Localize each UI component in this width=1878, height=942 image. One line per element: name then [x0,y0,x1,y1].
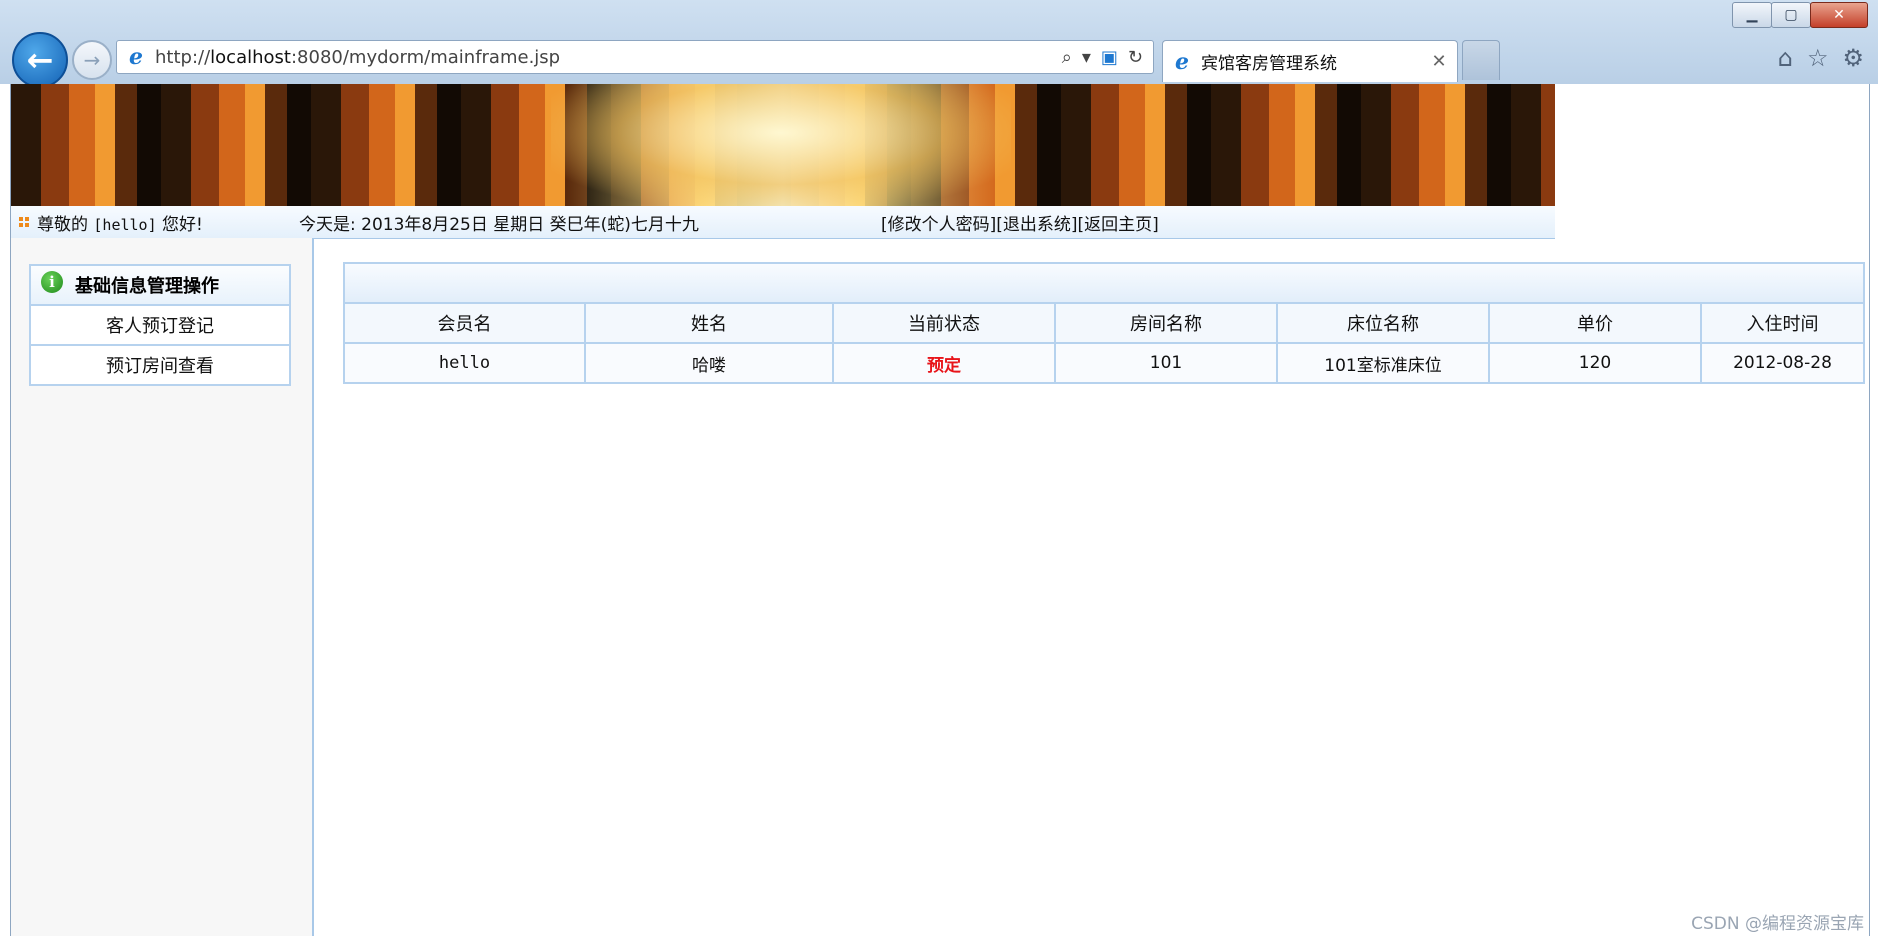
cell-status: 预定 [833,343,1056,382]
gear-icon[interactable]: ⚙ [1842,44,1864,72]
username: [hello] [93,215,157,234]
table-row: hello 哈喽 预定 101 101室标准床位 120 2012-08-28 [345,343,1863,382]
sidebar-item-view-bookings[interactable]: 预订房间查看 [31,346,289,384]
url-text[interactable]: http://localhost:8080/mydorm/mainframe.j… [155,47,1062,68]
main-layout: i 基础信息管理操作 客人预订登记 预订房间查看 会员名 姓名 当前状态 房间名… [11,238,1869,936]
bookings-table-panel: 会员名 姓名 当前状态 房间名称 床位名称 单价 入住时间 hello 哈喽 预… [343,262,1865,384]
close-tab-icon[interactable]: ✕ [1429,51,1449,72]
watermark: CSDN @编程资源宝库 [1691,914,1864,934]
search-icon[interactable]: ⌕ [1062,47,1072,68]
page-viewport: 尊敬的 [hello] 您好! 今天是: 2013年8月25日 星期日 癸巳年(… [10,84,1870,936]
column-header-price: 单价 [1489,304,1702,343]
dropdown-chevron-icon[interactable]: ▾ [1082,47,1091,68]
cell-price: 120 [1489,343,1702,382]
cell-member: hello [345,343,586,382]
address-bar[interactable]: e http://localhost:8080/mydorm/mainframe… [116,40,1154,74]
arrow-right-icon: → [83,48,101,72]
column-header-name: 姓名 [585,304,834,343]
sidebar: i 基础信息管理操作 客人预订登记 预订房间查看 [11,238,314,936]
browser-chrome: ▁ ▢ ✕ ← → e http://localhost:8080/mydorm… [0,0,1878,88]
url-host: localhost [210,46,291,68]
tab-title: 宾馆客房管理系统 [1201,54,1337,74]
close-window-button[interactable]: ✕ [1810,2,1868,28]
cell-checkin: 2012-08-28 [1701,343,1863,382]
maximize-button[interactable]: ▢ [1771,2,1811,28]
refresh-icon[interactable]: ↻ [1128,47,1143,68]
bookings-table: 会员名 姓名 当前状态 房间名称 床位名称 单价 入住时间 hello 哈喽 预… [345,304,1863,382]
cell-bed: 101室标准床位 [1277,343,1490,382]
banner-light [551,84,1011,206]
compatibility-view-icon[interactable]: ▣ [1101,47,1118,68]
column-header-room: 房间名称 [1055,304,1278,343]
browser-toolbar-right: ⌂ ☆ ⚙ [1778,44,1864,72]
home-link[interactable]: [返回主页] [1078,215,1159,235]
table-caption-bar [345,264,1863,304]
account-links: [修改个人密码][退出系统][返回主页] [881,210,1159,235]
ie-logo-icon: e [1175,48,1189,75]
hotel-banner-image [11,84,1555,206]
cell-name: 哈喽 [585,343,834,382]
logout-link[interactable]: [退出系统] [996,215,1077,235]
today-date: 今天是: 2013年8月25日 星期日 癸巳年(蛇)七月十九 [299,214,699,235]
menu-section-title: 基础信息管理操作 [75,276,219,297]
ie-logo-icon: e [129,44,143,70]
greeting: 尊敬的 [hello] 您好! [37,210,299,235]
main-content: 会员名 姓名 当前状态 房间名称 床位名称 单价 入住时间 hello 哈喽 预… [331,238,1865,936]
greeting-prefix: 尊敬的 [37,214,88,235]
greeting-suffix: 您好! [162,214,203,235]
table-header-row: 会员名 姓名 当前状态 房间名称 床位名称 单价 入住时间 [345,304,1863,343]
cell-room: 101 [1055,343,1278,382]
column-header-member: 会员名 [345,304,586,343]
sidebar-menu: i 基础信息管理操作 客人预订登记 预订房间查看 [29,264,291,386]
column-header-bed: 床位名称 [1277,304,1490,343]
tab-active[interactable]: e 宾馆客房管理系统 ✕ [1162,40,1458,82]
address-bar-tools: ⌕ ▾ ▣ ↻ [1062,47,1143,68]
menu-section-header: i 基础信息管理操作 [31,266,289,306]
minimize-button[interactable]: ▁ [1732,2,1772,28]
back-button[interactable]: ← [12,32,68,88]
sidebar-item-guest-booking[interactable]: 客人预订登记 [31,306,289,346]
arrow-left-icon: ← [26,41,54,79]
user-info-bar: 尊敬的 [hello] 您好! 今天是: 2013年8月25日 星期日 癸巳年(… [11,206,1555,239]
home-icon[interactable]: ⌂ [1778,44,1793,72]
column-header-status: 当前状态 [833,304,1056,343]
info-icon: i [41,271,63,293]
url-path: :8080/mydorm/mainframe.jsp [290,46,561,68]
forward-button[interactable]: → [72,40,112,80]
favorites-star-icon[interactable]: ☆ [1807,44,1829,72]
new-tab-button[interactable] [1462,40,1500,80]
change-password-link[interactable]: [修改个人密码] [881,215,996,235]
window-controls: ▁ ▢ ✕ [1732,2,1868,28]
column-header-checkin: 入住时间 [1746,314,1819,335]
url-prefix: http:// [155,46,211,68]
bullet-grid-icon [19,217,29,227]
